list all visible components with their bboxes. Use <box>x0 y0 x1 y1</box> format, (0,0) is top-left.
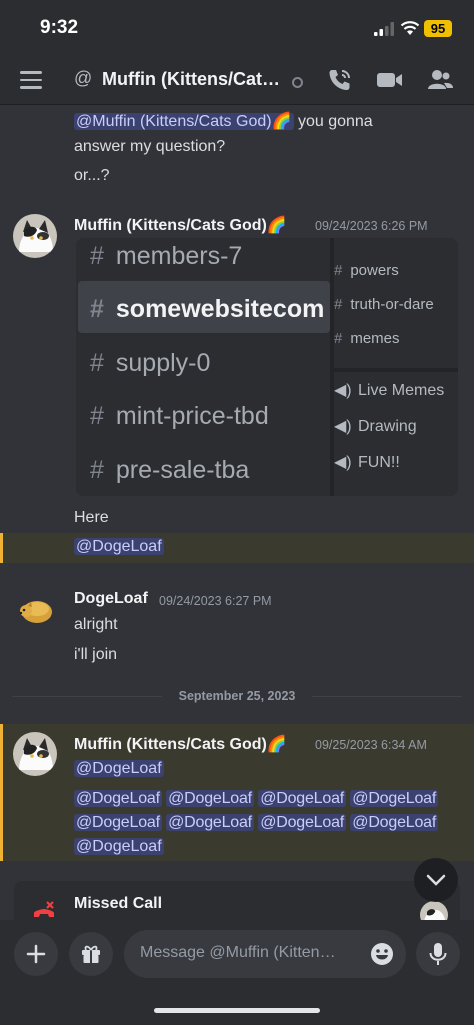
message-line: i'll join <box>74 646 118 663</box>
speaker-icon: ◀) <box>334 382 352 399</box>
message-line: @DogeLoaf <box>74 538 164 556</box>
image-attachment[interactable]: # members-7 # somewebsitecom # supply-0 # mi… <box>76 238 458 496</box>
missed-call-label: Missed Call <box>74 895 163 912</box>
user-mention[interactable]: @DogeLoaf <box>350 814 439 831</box>
gift-icon <box>82 945 100 963</box>
add-attachment-button[interactable] <box>14 932 58 976</box>
message-author[interactable]: Muffin (Kittens/Cats God)🌈 <box>74 215 287 235</box>
message-input[interactable]: Message @Muffin (Kittens/... <box>124 930 406 978</box>
voice-channel-item: ◀) Live Memes <box>334 382 445 399</box>
home-indicator <box>154 1008 320 1013</box>
channel-item: # powers <box>334 262 399 279</box>
voice-channel-list: ◀) Live Memes ◀) Drawing ◀) FUN!! <box>334 372 458 496</box>
user-mention[interactable]: @DogeLoaf <box>258 814 347 831</box>
message-timestamp: 09/24/2023 6:27 PM <box>159 594 272 608</box>
message-author[interactable]: Muffin (Kittens/Cats God)🌈 <box>74 734 287 754</box>
plus-icon <box>26 944 46 964</box>
message-placeholder: Message @Muffin (Kittens/... <box>140 944 340 961</box>
channel-item: # somewebsitecom <box>90 295 325 323</box>
avatar[interactable] <box>13 589 57 633</box>
message-line: @DogeLoaf @DogeLoaf @DogeLoaf @DogeLoaf <box>74 790 439 808</box>
microphone-icon <box>429 943 447 965</box>
channel-item: # pre-sale-tba <box>90 456 250 484</box>
voice-call-icon[interactable] <box>326 67 354 93</box>
date-divider: September 25, 2023 <box>178 689 296 703</box>
message-line: or...? <box>74 167 110 184</box>
at-icon: @ <box>74 68 93 88</box>
channel-item: # truth-or-dare <box>334 296 434 313</box>
user-mention[interactable]: @DogeLoaf <box>350 790 439 807</box>
gift-button[interactable] <box>69 932 113 976</box>
user-mention[interactable]: @DogeLoaf <box>74 814 162 831</box>
user-mention[interactable]: @DogeLoaf <box>258 790 347 807</box>
chevron-down-icon <box>426 874 446 886</box>
status-time: 9:32 <box>40 17 79 38</box>
avatar[interactable] <box>13 732 57 776</box>
channel-list-left: # members-7 # somewebsitecom # supply-0 # mi… <box>76 238 330 496</box>
message-line: @Muffin (Kittens/Cats God)🌈 you gonna <box>74 113 373 130</box>
message-composer: Message @Muffin (Kittens/... <box>0 920 474 1025</box>
speaker-icon: ◀) <box>334 418 352 435</box>
battery-icon: 95 <box>424 20 452 37</box>
channel-item: # mint-price-tbd <box>90 402 269 430</box>
user-mention[interactable]: @Muffin (Kittens/Cats God)🌈 <box>74 113 294 130</box>
status-bar: 9:32 95 <box>0 0 474 58</box>
message-line: @DogeLoaf <box>74 838 164 856</box>
mention-highlight <box>0 533 474 563</box>
channel-list-right: # powers # truth-or-dare # memes <box>334 238 458 368</box>
message-line: @DogeLoaf <box>74 760 164 778</box>
video-call-icon[interactable] <box>376 67 404 93</box>
emoji-icon[interactable] <box>370 942 394 966</box>
dm-title[interactable]: Muffin (Kittens/Cat… <box>102 69 287 90</box>
channel-item: # members-7 <box>90 242 243 270</box>
user-mention[interactable]: @DogeLoaf <box>166 790 254 807</box>
message-text: Here <box>74 509 109 526</box>
message-line: alright <box>74 616 118 633</box>
chat-scroll[interactable]: @Muffin (Kittens/Cats God)🌈 you gonna an… <box>0 105 474 925</box>
voice-channel-item: ◀) FUN!! <box>334 454 400 471</box>
avatar[interactable] <box>13 214 57 258</box>
menu-icon[interactable] <box>20 71 42 89</box>
wifi-icon <box>400 21 420 35</box>
cellular-signal-icon <box>374 22 394 36</box>
message-timestamp: 09/25/2023 6:34 AM <box>315 738 427 752</box>
offline-status-icon <box>292 77 303 88</box>
message-line: @DogeLoaf @DogeLoaf @DogeLoaf @DogeLoaf <box>74 814 439 832</box>
missed-call-card: Missed Call <box>14 881 460 925</box>
user-mention[interactable]: @DogeLoaf <box>74 538 164 555</box>
voice-channel-item: ◀) Drawing <box>334 418 417 435</box>
user-mention[interactable]: @DogeLoaf <box>74 790 162 807</box>
user-mention[interactable]: @DogeLoaf <box>166 814 254 831</box>
message-author[interactable]: DogeLoaf <box>74 590 148 608</box>
user-mention[interactable]: @DogeLoaf <box>74 838 164 855</box>
speaker-icon: ◀) <box>334 454 352 471</box>
message-timestamp: 09/24/2023 6:26 PM <box>315 219 428 233</box>
jump-to-bottom-button[interactable] <box>414 858 458 902</box>
channel-item: # supply-0 <box>90 349 211 377</box>
message-line: answer my question? <box>74 138 226 155</box>
channel-item: # memes <box>334 330 400 347</box>
user-mention[interactable]: @DogeLoaf <box>74 760 164 777</box>
voice-message-button[interactable] <box>416 932 460 976</box>
dm-header: @ Muffin (Kittens/Cat… <box>0 58 474 105</box>
members-icon[interactable] <box>426 67 454 93</box>
